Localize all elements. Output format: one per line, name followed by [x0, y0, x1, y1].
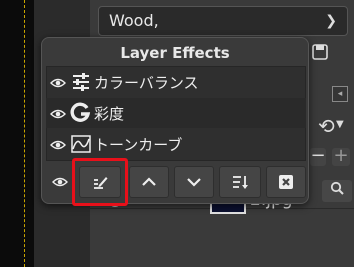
- zoom-out-button[interactable]: −: [310, 147, 326, 166]
- visibility-eye-icon[interactable]: [50, 106, 66, 120]
- visibility-eye-icon[interactable]: [50, 75, 66, 89]
- zoom-in-button[interactable]: +: [332, 147, 350, 166]
- effect-label: カラーバランス: [94, 74, 199, 92]
- effect-row-saturation[interactable]: 彩度: [46, 98, 306, 128]
- mode-dropdown-value: Wood,: [109, 11, 159, 30]
- effect-label: 彩度: [94, 105, 125, 123]
- effect-row-color-balance[interactable]: カラーバランス: [46, 67, 306, 97]
- mode-dropdown[interactable]: Wood, ❯: [98, 6, 348, 36]
- popup-title: Layer Effects: [120, 44, 230, 62]
- document-save-icon[interactable]: [312, 44, 328, 64]
- curves-icon: [70, 133, 92, 155]
- reset-rotation-icon[interactable]: ⟲: [318, 114, 335, 138]
- chevron-down-icon: ❯: [325, 13, 337, 29]
- saturation-g-icon: [70, 102, 92, 124]
- dock-menu-icon[interactable]: ◂: [332, 86, 348, 102]
- effect-row-curves[interactable]: トーンカーブ: [46, 129, 306, 159]
- effect-label: トーンカーブ: [94, 136, 183, 154]
- image-canvas[interactable]: [0, 0, 34, 267]
- layer-boundary-guide: [24, 0, 25, 267]
- selection-highlight: [72, 158, 128, 206]
- merge-effects-button[interactable]: [219, 166, 261, 198]
- lower-effect-button[interactable]: [174, 166, 214, 198]
- chevron-down-icon[interactable]: ▼: [336, 119, 344, 130]
- raise-effect-button[interactable]: [129, 166, 169, 198]
- visibility-eye-icon[interactable]: [50, 137, 66, 151]
- remove-effect-button[interactable]: [266, 166, 306, 198]
- color-balance-icon: [70, 71, 92, 93]
